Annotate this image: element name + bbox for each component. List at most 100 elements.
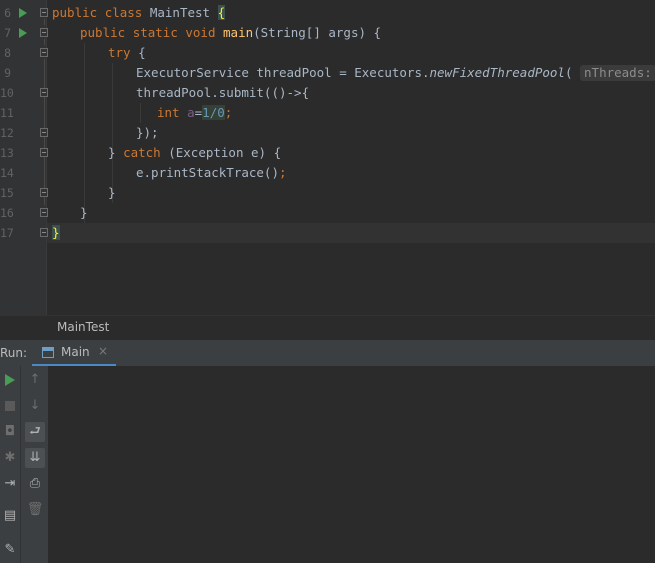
fold-icon[interactable] — [40, 208, 48, 217]
class-name: MainTest — [149, 5, 211, 20]
code-text: } — [108, 145, 124, 160]
breadcrumb[interactable]: MainTest — [0, 315, 655, 340]
code-line-10[interactable]: threadPool.submit(()->{ — [52, 83, 309, 103]
gutter-row: 13 — [0, 143, 48, 163]
fold-icon[interactable] — [40, 8, 48, 17]
matched-brace: { — [217, 5, 226, 20]
import-icon[interactable]: ⇥ — [0, 474, 20, 494]
code-line-12[interactable]: }); — [52, 123, 159, 143]
keyword: static — [132, 25, 178, 40]
gutter-row: 10 — [0, 83, 48, 103]
gutter-row: 7 — [0, 23, 48, 43]
breadcrumb-item[interactable]: MainTest — [57, 320, 109, 334]
gutter-row: 9 — [0, 63, 46, 83]
pin-icon[interactable]: ✎ — [0, 540, 20, 560]
current-line-highlight — [47, 223, 655, 243]
fold-icon[interactable] — [40, 48, 48, 57]
gutter-row: 15 — [0, 183, 48, 203]
soft-wrap-icon[interactable]: ⮐ — [25, 422, 45, 442]
code-line-13[interactable]: } catch (Exception e) { — [52, 143, 281, 163]
code-text: ; — [279, 165, 287, 180]
line-number: 11 — [0, 106, 14, 120]
gutter-row: 12 — [0, 123, 48, 143]
keyword: public — [80, 25, 126, 40]
keyword: catch — [123, 145, 161, 160]
keyword: class — [104, 5, 143, 20]
code-line-8[interactable]: try { — [52, 43, 146, 63]
line-number: 12 — [0, 126, 14, 140]
code-editor[interactable]: 6 7 8 9 10 11 12 13 14 15 16 17 public c… — [0, 0, 655, 315]
code-text: ( — [564, 65, 573, 80]
fold-icon[interactable] — [40, 148, 48, 157]
print-icon[interactable]: ⎙ — [25, 474, 45, 494]
line-number: 13 — [0, 146, 14, 160]
code-line-17[interactable]: } — [52, 223, 60, 243]
down-arrow-icon[interactable]: ↓ — [25, 396, 45, 416]
layout-icon[interactable]: ▤ — [0, 506, 20, 526]
run-gutter-icon[interactable] — [19, 8, 27, 18]
line-number: 14 — [0, 166, 14, 180]
console-icon — [42, 347, 54, 358]
parameter-hint: nThreads: — [580, 65, 655, 81]
code-text: ; — [224, 105, 233, 120]
static-method-call: newFixedThreadPool — [429, 65, 565, 80]
trash-icon[interactable]: 🗑 — [25, 500, 45, 520]
gutter-row: 8 — [0, 43, 48, 63]
code-text: (String[] args) { — [253, 25, 382, 40]
code-text: } — [80, 205, 88, 220]
line-number: 7 — [4, 26, 11, 40]
code-text: e.printStackTrace() — [136, 165, 279, 180]
code-text: { — [130, 45, 146, 60]
gutter-row: 17 — [0, 223, 48, 243]
run-tab-main[interactable]: Main × — [32, 340, 116, 367]
matched-brace: } — [52, 225, 60, 240]
warning-highlight: 1/0 — [202, 105, 225, 120]
code-line-11[interactable]: int a=1/0; — [52, 103, 232, 123]
keyword: public — [52, 5, 98, 20]
run-toolbar-right: ↑ ↓ ⮐ ⇊ ⎙ 🗑 — [20, 366, 48, 563]
fold-icon[interactable] — [40, 188, 48, 197]
keyword: int — [157, 105, 180, 120]
line-number: 16 — [0, 206, 14, 220]
run-toolbar-left: ◘ ✱ ⇥ ▤ ✎ — [0, 366, 20, 563]
code-text: } — [108, 185, 116, 200]
tab-label: Main — [61, 345, 90, 359]
code-line-16[interactable]: } — [52, 203, 88, 223]
line-number: 17 — [0, 226, 14, 240]
fold-icon[interactable] — [40, 128, 48, 137]
fold-icon[interactable] — [40, 88, 48, 97]
code-line-7[interactable]: public static void main(String[] args) { — [52, 23, 381, 43]
run-tool-window-header: Run: Main × — [0, 339, 655, 367]
keyword: try — [108, 45, 131, 60]
settings-icon[interactable]: ✱ — [0, 448, 20, 468]
line-number: 8 — [4, 46, 11, 60]
fold-icon[interactable] — [40, 228, 48, 237]
gutter-row: 11 — [0, 103, 46, 123]
fold-icon[interactable] — [40, 28, 48, 37]
line-number: 9 — [4, 66, 11, 80]
code-line-14[interactable]: e.printStackTrace(); — [52, 163, 287, 183]
camera-icon[interactable]: ◘ — [0, 422, 20, 442]
line-number: 10 — [0, 86, 14, 100]
run-gutter-icon[interactable] — [19, 28, 27, 38]
line-number: 15 — [0, 186, 14, 200]
unused-variable: a — [187, 105, 195, 120]
console-output[interactable]: ◘ ✱ ⇥ ▤ ✎ ↑ ↓ ⮐ ⇊ ⎙ 🗑 — [0, 366, 655, 563]
code-text: (Exception e) { — [160, 145, 282, 160]
code-line-6[interactable]: public class MainTest { — [52, 3, 226, 23]
run-label: Run: — [0, 346, 28, 360]
run-icon[interactable] — [0, 370, 20, 390]
code-text: threadPool.submit(()->{ — [136, 85, 310, 100]
scroll-to-end-icon[interactable]: ⇊ — [25, 448, 45, 468]
close-icon[interactable]: × — [98, 344, 108, 358]
gutter-row: 6 — [0, 3, 48, 23]
up-arrow-icon[interactable]: ↑ — [25, 370, 45, 390]
gutter-row: 14 — [0, 163, 46, 183]
code-line-9[interactable]: ExecutorService threadPool = Executors.n… — [52, 63, 655, 83]
gutter-row: 16 — [0, 203, 48, 223]
stop-icon[interactable] — [0, 396, 20, 416]
line-number: 6 — [4, 6, 11, 20]
method-name: main — [223, 25, 254, 40]
code-line-15[interactable]: } — [52, 183, 116, 203]
code-text: ExecutorService threadPool = Executors. — [136, 65, 430, 80]
